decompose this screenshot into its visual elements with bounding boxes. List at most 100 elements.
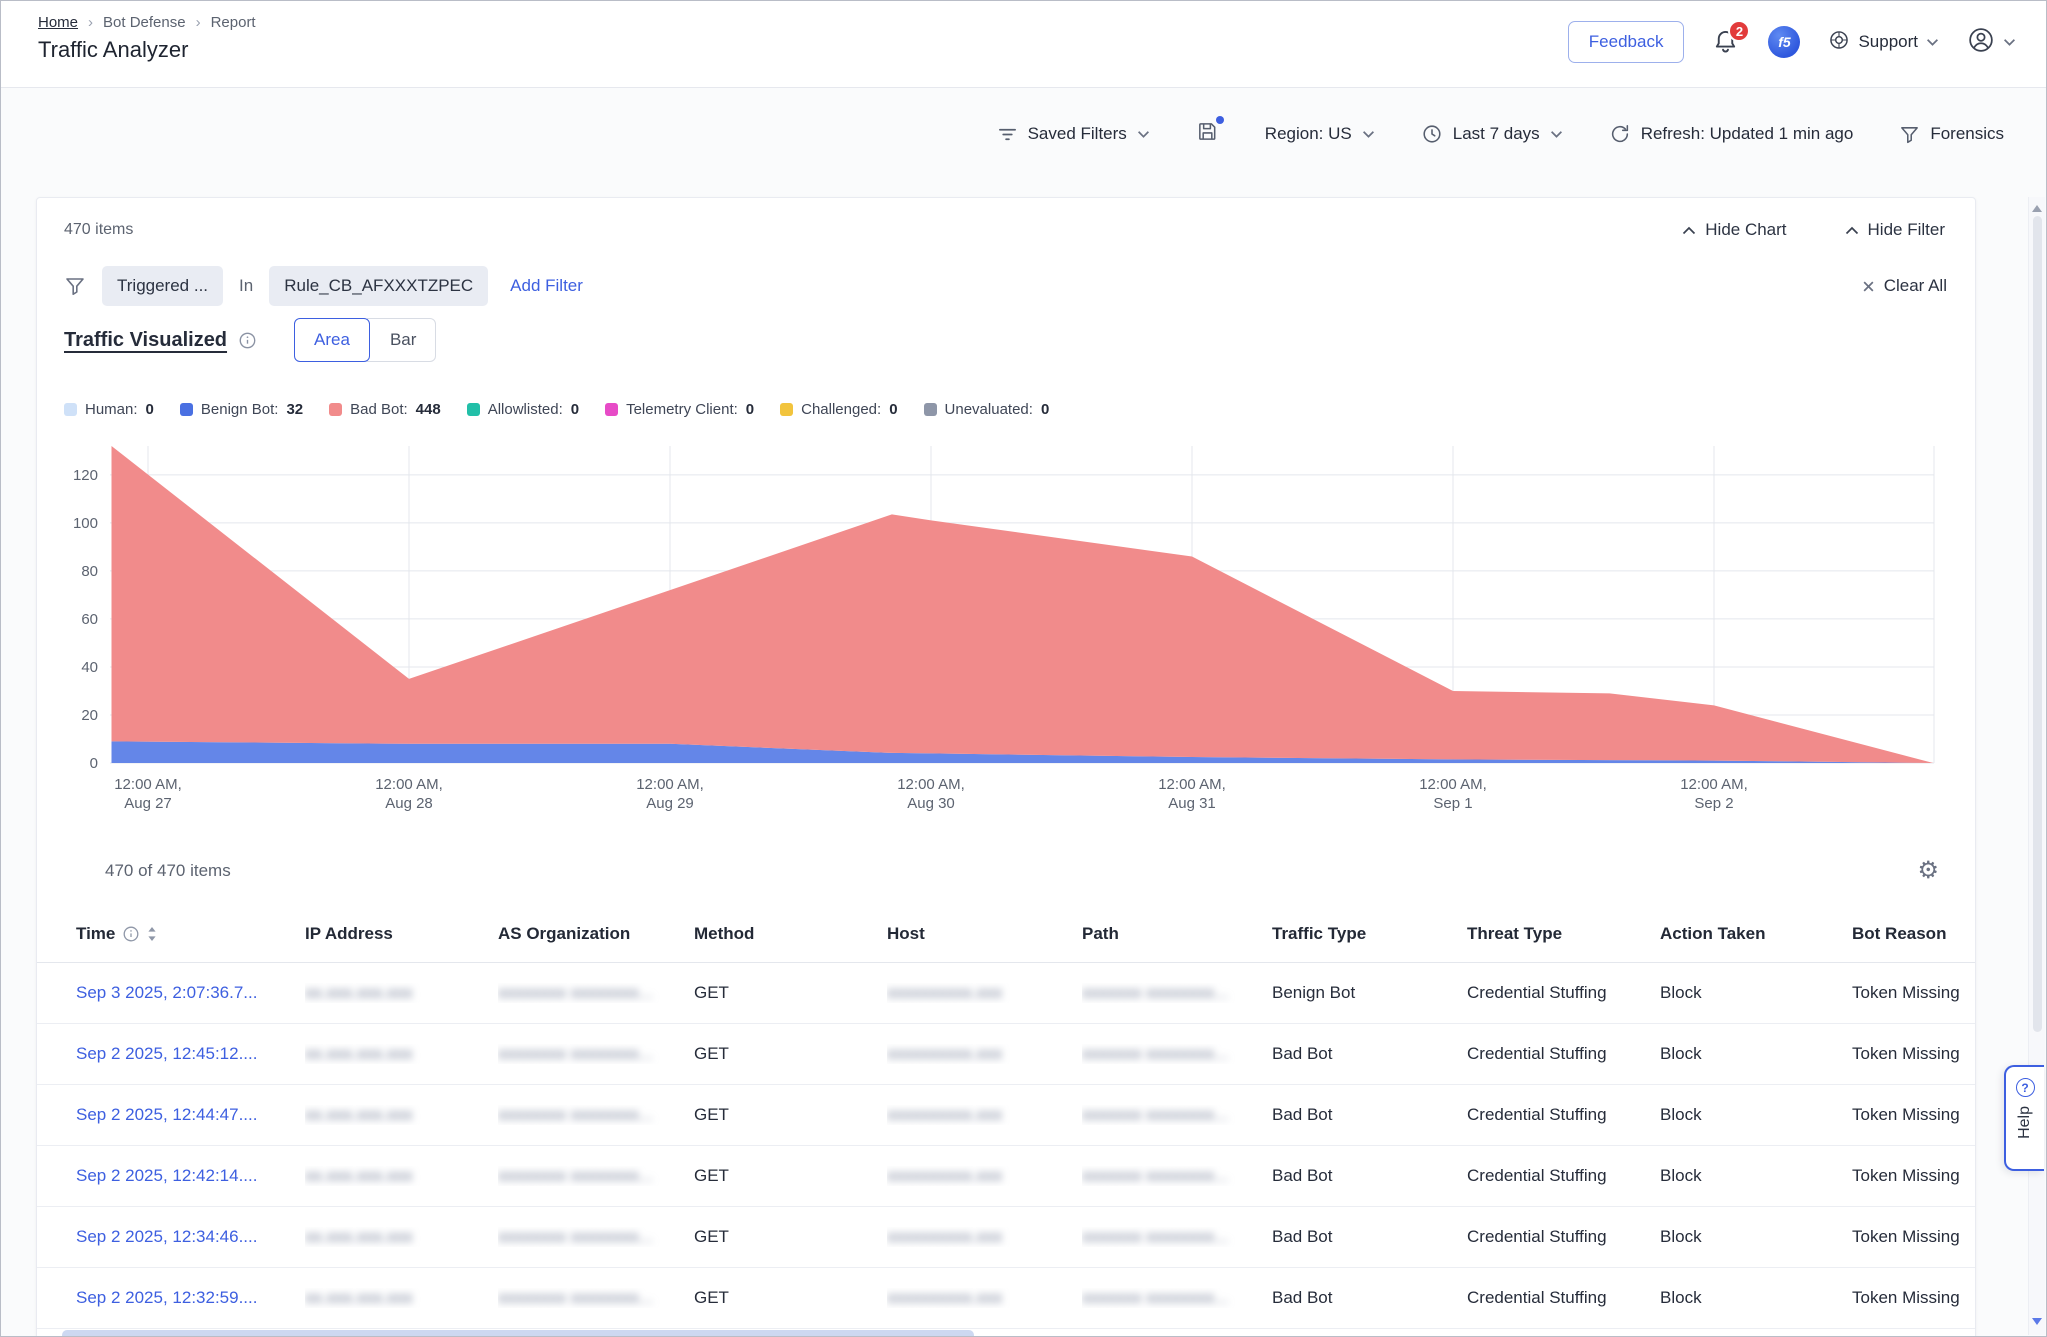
traffic-type-cell: Bad Bot <box>1272 1044 1467 1064</box>
notification-badge: 2 <box>1728 20 1750 42</box>
column-header-action-taken[interactable]: Action Taken <box>1660 924 1852 944</box>
sort-icon[interactable] <box>147 927 157 941</box>
legend-item-challenged[interactable]: Challenged: 0 <box>780 401 897 418</box>
help-tab[interactable]: ? Help <box>2004 1065 2044 1171</box>
legend-swatch <box>329 403 342 416</box>
method-cell: GET <box>694 1105 887 1125</box>
redacted-org-cell: xxxxxxxx xxxxxxxx... <box>498 1288 694 1308</box>
column-header-threat-type[interactable]: Threat Type <box>1467 924 1660 944</box>
legend-swatch <box>64 403 77 416</box>
column-header-as-org[interactable]: AS Organization <box>498 924 694 944</box>
bar-mode-button[interactable]: Bar <box>367 318 436 362</box>
redacted-ip-cell: xx.xxx.xxx.xxx <box>305 1044 498 1064</box>
column-header-traffic-type[interactable]: Traffic Type <box>1272 924 1467 944</box>
refresh-button[interactable]: Refresh: Updated 1 min ago <box>1609 123 1854 145</box>
breadcrumb-report: Report <box>211 14 256 31</box>
breadcrumb-separator: › <box>88 14 93 31</box>
info-icon[interactable] <box>239 332 256 349</box>
threat-type-cell: Credential Stuffing <box>1467 983 1660 1003</box>
viz-title[interactable]: Traffic Visualized <box>64 329 227 352</box>
filter-field-chip[interactable]: Triggered ... <box>102 266 223 306</box>
svg-text:0: 0 <box>90 755 98 772</box>
column-header-ip[interactable]: IP Address <box>305 924 498 944</box>
time-link[interactable]: Sep 2 2025, 12:45:12.... <box>76 1044 305 1064</box>
bot-reason-cell: Token Missing <box>1852 983 1975 1003</box>
account-menu[interactable] <box>1967 26 2016 59</box>
scroll-down-arrow-icon[interactable] <box>2032 1318 2042 1325</box>
breadcrumb-home[interactable]: Home <box>38 14 78 31</box>
redacted-path-cell: xxxxxxx xxxxxxxx... <box>1082 1227 1272 1247</box>
column-header-path[interactable]: Path <box>1082 924 1272 944</box>
legend-count: 0 <box>889 401 897 418</box>
legend-item-allowlisted[interactable]: Allowlisted: 0 <box>467 401 579 418</box>
redacted-host-cell: xxxxxxxxxx.xxx <box>887 1166 1082 1186</box>
chevron-down-icon <box>1137 130 1150 139</box>
legend-item-benign-bot[interactable]: Benign Bot: 32 <box>180 401 303 418</box>
feedback-button[interactable]: Feedback <box>1568 21 1685 63</box>
info-icon[interactable] <box>123 926 139 942</box>
f5-logo[interactable]: f5 <box>1768 26 1800 58</box>
gear-icon[interactable]: ⚙ <box>1917 859 1939 883</box>
vertical-scrollbar-thumb[interactable] <box>2033 216 2042 1032</box>
legend-item-telemetry-client[interactable]: Telemetry Client: 0 <box>605 401 754 418</box>
saved-filters-dropdown[interactable]: Saved Filters <box>997 124 1150 145</box>
redacted-ip-cell: xx.xxx.xxx.xxx <box>305 983 498 1003</box>
column-header-host[interactable]: Host <box>887 924 1082 944</box>
add-filter-button[interactable]: Add Filter <box>510 276 583 296</box>
svg-text:12:00 AM,Aug 28: 12:00 AM,Aug 28 <box>375 776 443 811</box>
redacted-path-cell: xxxxxxx xxxxxxxx... <box>1082 1105 1272 1125</box>
action-taken-cell: Block <box>1660 1166 1852 1186</box>
legend-label: Challenged: <box>801 401 881 418</box>
breadcrumb-bot-defense[interactable]: Bot Defense <box>103 14 186 31</box>
support-label: Support <box>1858 32 1918 52</box>
breadcrumb: Home › Bot Defense › Report <box>38 14 256 31</box>
saved-filters-label: Saved Filters <box>1028 124 1127 144</box>
legend-swatch <box>180 403 193 416</box>
events-table: Time IP Address AS Organization Method H… <box>37 905 1975 1329</box>
clear-all-label: Clear All <box>1884 276 1947 296</box>
legend-item-unevaluated[interactable]: Unevaluated: 0 <box>924 401 1050 418</box>
action-taken-cell: Block <box>1660 983 1852 1003</box>
traffic-chart: 02040608010012012:00 AM,Aug 2712:00 AM,A… <box>48 440 1944 811</box>
redacted-org-cell: xxxxxxxx xxxxxxxx... <box>498 1227 694 1247</box>
legend-item-human[interactable]: Human: 0 <box>64 401 154 418</box>
unsaved-changes-dot <box>1216 116 1224 124</box>
bot-reason-cell: Token Missing <box>1852 1044 1975 1064</box>
region-dropdown[interactable]: Region: US <box>1265 124 1375 144</box>
filter-value-chip[interactable]: Rule_CB_AFXXXTZPEC <box>269 266 488 306</box>
traffic-type-cell: Bad Bot <box>1272 1288 1467 1308</box>
legend-label: Allowlisted: <box>488 401 563 418</box>
time-range-dropdown[interactable]: Last 7 days <box>1421 123 1563 145</box>
time-link[interactable]: Sep 3 2025, 2:07:36.7... <box>76 983 305 1003</box>
chart-mode-switch: Area Bar <box>294 318 436 362</box>
bell-icon <box>1712 42 1739 59</box>
table-header-row: Time IP Address AS Organization Method H… <box>37 905 1975 963</box>
close-icon <box>1862 280 1875 293</box>
column-header-method[interactable]: Method <box>694 924 887 944</box>
notifications-button[interactable]: 2 <box>1712 28 1740 56</box>
horizontal-scrollbar-thumb[interactable] <box>62 1330 974 1337</box>
time-link[interactable]: Sep 2 2025, 12:42:14.... <box>76 1166 305 1186</box>
time-link[interactable]: Sep 2 2025, 12:44:47.... <box>76 1105 305 1125</box>
column-header-bot-reason[interactable]: Bot Reason <box>1852 924 1975 944</box>
column-header-time[interactable]: Time <box>76 924 305 944</box>
time-link[interactable]: Sep 2 2025, 12:32:59.... <box>76 1288 305 1308</box>
bot-reason-cell: Token Missing <box>1852 1227 1975 1247</box>
hide-filter-button[interactable]: Hide Filter <box>1845 220 1945 240</box>
filter-bar: Triggered ... In Rule_CB_AFXXXTZPEC Add … <box>37 266 1975 306</box>
support-menu[interactable]: Support <box>1828 29 1939 56</box>
forensics-button[interactable]: Forensics <box>1899 124 2004 145</box>
svg-text:100: 100 <box>73 515 98 532</box>
legend-item-bad-bot[interactable]: Bad Bot: 448 <box>329 401 441 418</box>
redacted-ip-cell: xx.xxx.xxx.xxx <box>305 1166 498 1186</box>
forensics-label: Forensics <box>1930 124 2004 144</box>
legend-label: Human: <box>85 401 138 418</box>
svg-text:20: 20 <box>81 707 98 724</box>
save-filter-button[interactable] <box>1196 120 1219 148</box>
time-link[interactable]: Sep 2 2025, 12:34:46.... <box>76 1227 305 1247</box>
scroll-up-arrow-icon[interactable] <box>2032 205 2042 212</box>
chevron-down-icon <box>1550 130 1563 139</box>
area-mode-button[interactable]: Area <box>294 318 370 362</box>
hide-chart-button[interactable]: Hide Chart <box>1682 220 1786 240</box>
clear-all-button[interactable]: Clear All <box>1862 276 1947 296</box>
